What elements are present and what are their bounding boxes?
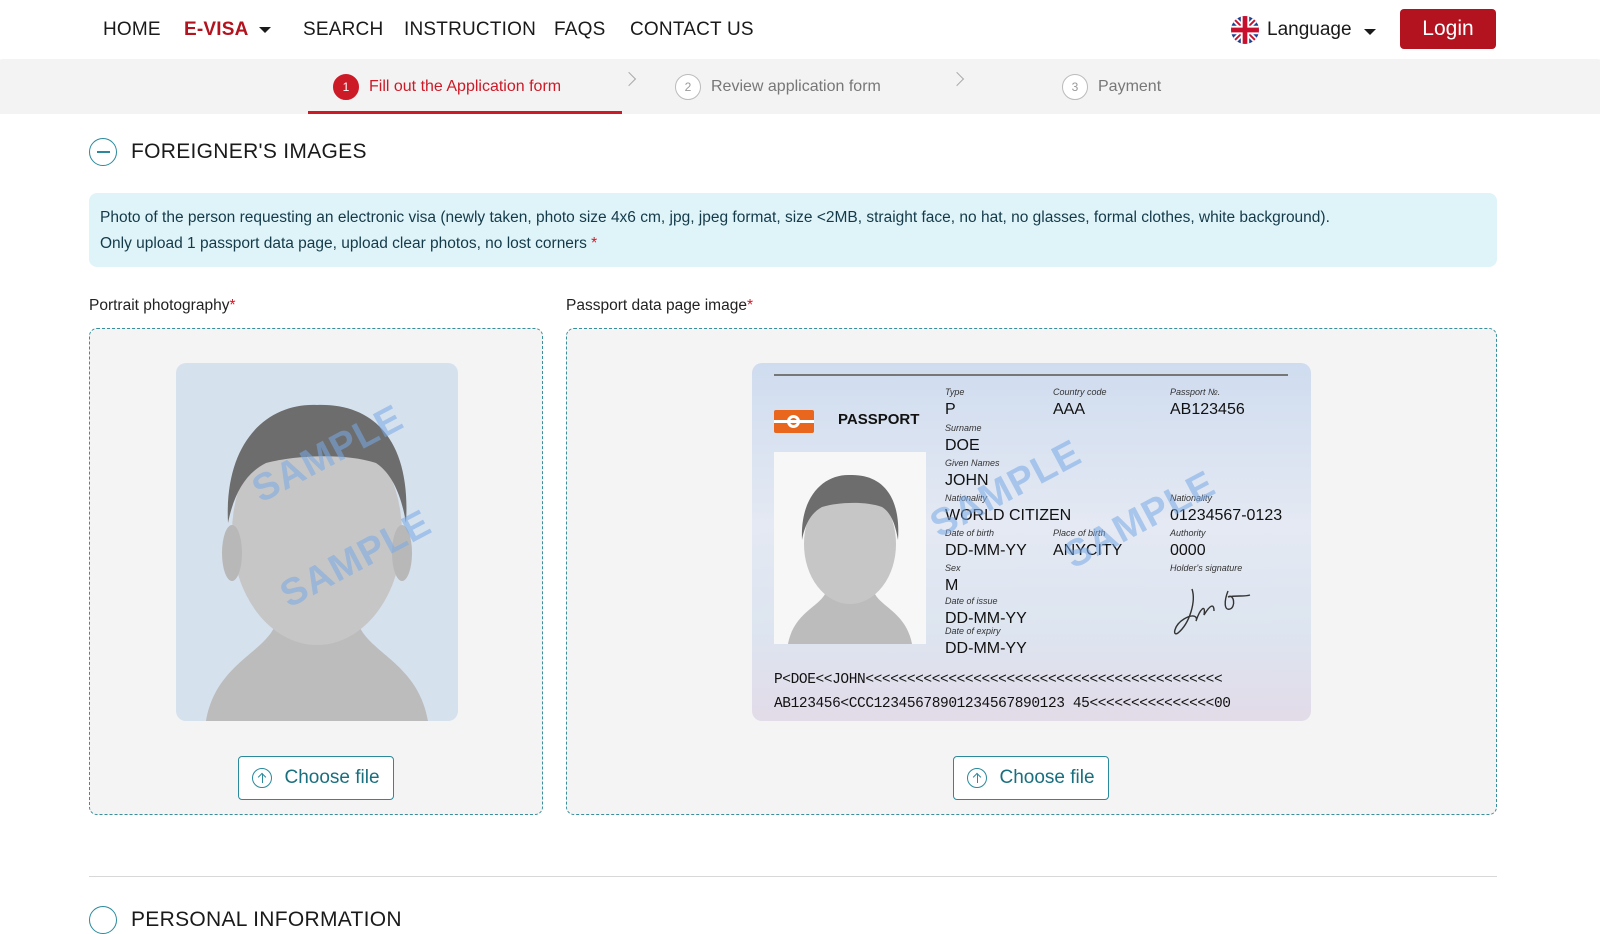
pp-pob: ANYCITY xyxy=(1053,542,1123,559)
nav-instruction[interactable]: INSTRUCTION xyxy=(404,19,536,41)
pp-expiry-label: Date of expiry xyxy=(945,626,1001,636)
nav-evisa-label: E-VISA xyxy=(184,19,249,40)
section-toggle-foreigner-images[interactable]: FOREIGNER'S IMAGES xyxy=(89,138,367,166)
chevron-down-icon xyxy=(1363,29,1376,35)
top-nav: HOME E-VISA SEARCH INSTRUCTION FAQS CONT… xyxy=(0,0,1600,59)
step-fill-form[interactable]: 1 Fill out the Application form xyxy=(333,60,561,114)
upload-instructions: Photo of the person requesting an electr… xyxy=(89,193,1497,267)
portrait-label-text: Portrait photography xyxy=(89,297,230,314)
pp-personal-no-label: Nationality xyxy=(1170,493,1213,503)
pp-personal-no: 01234567-0123 xyxy=(1170,507,1283,524)
choose-file-label: Choose file xyxy=(999,767,1095,788)
signature-icon xyxy=(1173,588,1251,635)
language-selector[interactable]: Language xyxy=(1231,15,1376,45)
person-silhouette-icon xyxy=(788,474,912,644)
pp-given: JOHN xyxy=(945,472,989,489)
pp-surname-label: Surname xyxy=(945,423,982,433)
step-payment[interactable]: 3 Payment xyxy=(1062,60,1161,114)
section-title: FOREIGNER'S IMAGES xyxy=(131,140,367,163)
passport-label: Passport data page image* xyxy=(566,297,753,315)
pp-type: P xyxy=(945,401,956,418)
pp-expiry: DD-MM-YY xyxy=(945,640,1027,657)
pp-sex: M xyxy=(945,577,959,594)
pp-nationality-label: Nationality xyxy=(945,493,988,503)
passport-emblem-icon xyxy=(774,410,814,433)
chevron-down-icon xyxy=(258,26,271,33)
pp-authority: 0000 xyxy=(1170,542,1206,559)
pp-dob-label: Date of birth xyxy=(945,528,995,538)
step-number: 3 xyxy=(1062,74,1088,100)
notice-line-2-text: Only upload 1 passport data page, upload… xyxy=(100,235,587,252)
step-review-form[interactable]: 2 Review application form xyxy=(675,60,881,114)
upload-icon xyxy=(967,768,988,788)
portrait-sample-image: SAMPLE SAMPLE xyxy=(176,363,458,721)
section-toggle-personal-information[interactable]: PERSONAL INFORMATION xyxy=(89,906,402,934)
upload-icon xyxy=(252,768,273,788)
required-mark: * xyxy=(746,297,753,314)
pp-country-label: Country code xyxy=(1053,387,1107,397)
required-mark: * xyxy=(229,297,236,314)
passport-label-text: Passport data page image xyxy=(566,297,747,314)
pp-number: AB123456 xyxy=(1170,401,1245,418)
passport-choose-file-button[interactable]: Choose file xyxy=(953,756,1109,800)
step-label: Fill out the Application form xyxy=(369,78,562,95)
pp-given-label: Given Names xyxy=(945,458,1000,468)
step-number: 2 xyxy=(675,74,701,100)
step-number: 1 xyxy=(333,74,359,100)
pp-authority-label: Authority xyxy=(1170,528,1206,538)
pp-signature-label: Holder's signature xyxy=(1170,563,1243,573)
nav-home[interactable]: HOME xyxy=(103,19,161,41)
language-label: Language xyxy=(1267,19,1352,40)
pp-number-label: Passport №. xyxy=(1170,387,1221,397)
passport-top-rule xyxy=(774,374,1288,376)
pp-mrz-line-1: P<DOE<<JOHN<<<<<<<<<<<<<<<<<<<<<<<<<<<<<… xyxy=(774,672,1223,688)
active-step-underline xyxy=(308,111,622,114)
passport-heading: PASSPORT xyxy=(838,411,920,428)
pp-country: AAA xyxy=(1053,401,1086,418)
step-label: Review application form xyxy=(711,78,881,95)
pp-sex-label: Sex xyxy=(945,563,961,573)
pp-pob-label: Place of birth xyxy=(1053,528,1106,538)
nav-faqs[interactable]: FAQS xyxy=(554,19,605,41)
pp-mrz-line-2: AB123456<CCC12345678901234567890123 45<<… xyxy=(774,696,1231,712)
passport-sample-image: PASSPORT Type P Country code AAA Passpor… xyxy=(752,363,1311,721)
nav-contact-us[interactable]: CONTACT US xyxy=(630,19,754,41)
pp-issue-label: Date of issue xyxy=(945,596,998,606)
collapse-icon xyxy=(89,906,117,934)
pp-type-label: Type xyxy=(945,387,965,397)
notice-line-2: Only upload 1 passport data page, upload… xyxy=(100,231,1486,257)
nav-search[interactable]: SEARCH xyxy=(303,19,383,41)
passport-photo xyxy=(774,452,926,644)
section-title: PERSONAL INFORMATION xyxy=(131,908,402,931)
person-silhouette-icon xyxy=(206,404,428,721)
required-mark: * xyxy=(591,235,598,252)
section-divider xyxy=(89,876,1497,877)
pp-dob: DD-MM-YY xyxy=(945,542,1027,559)
choose-file-label: Choose file xyxy=(284,767,380,788)
login-button[interactable]: Login xyxy=(1400,9,1496,49)
portrait-label: Portrait photography* xyxy=(89,297,236,315)
portrait-choose-file-button[interactable]: Choose file xyxy=(238,756,394,800)
step-label: Payment xyxy=(1098,78,1162,95)
nav-evisa[interactable]: E-VISA xyxy=(184,19,271,41)
pp-nationality: WORLD CITIZEN xyxy=(945,507,1072,524)
pp-surname: DOE xyxy=(945,437,980,454)
uk-flag-icon xyxy=(1231,16,1259,44)
progress-stepper: 1 Fill out the Application form 2 Review… xyxy=(0,60,1600,114)
notice-line-1: Photo of the person requesting an electr… xyxy=(100,209,1330,226)
collapse-icon xyxy=(89,138,117,166)
